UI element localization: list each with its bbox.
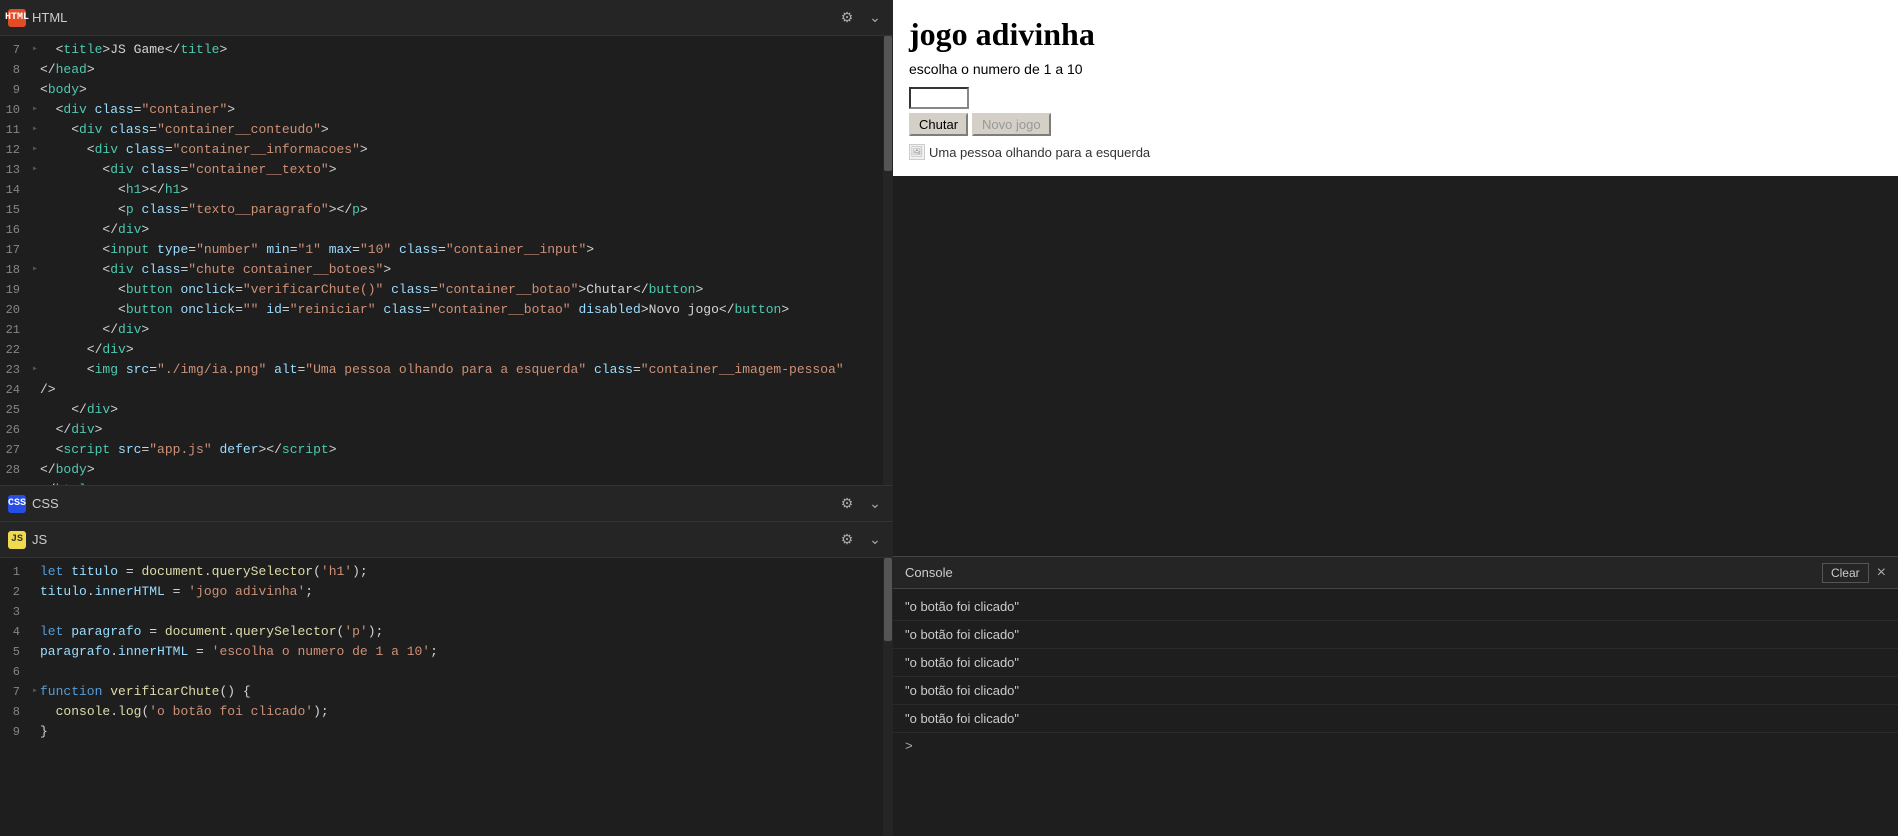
console-message-3: "o botão foi clicado"	[893, 649, 1898, 677]
js-line-8: 8 console.log('o botão foi clicado');	[0, 702, 893, 722]
js-tab-bar: JS JS ⚙ ⌄	[0, 522, 893, 558]
js-line-9: 9 }	[0, 722, 893, 742]
js-tab-label: JS	[32, 532, 47, 547]
console-message-4: "o botão foi clicado"	[893, 677, 1898, 705]
preview-buttons: Chutar Novo jogo	[909, 113, 1882, 136]
js-line-4: 4 let paragrafo = document.querySelector…	[0, 622, 893, 642]
css-tab-icon: CSS	[8, 495, 26, 513]
js-tab-controls: ⚙ ⌄	[837, 530, 885, 550]
console-tab-label: Console	[905, 565, 953, 580]
code-line-23: 23 ▸ <img src="./img/ia.png" alt="Uma pe…	[0, 360, 893, 380]
preview-novo-jogo-button[interactable]: Novo jogo	[972, 113, 1051, 136]
code-line-7: 7 ▸ <title>JS Game</title>	[0, 40, 893, 60]
console-controls: Clear ×	[1822, 563, 1886, 583]
code-line-10: 10 ▸ <div class="container">	[0, 100, 893, 120]
code-line-15: 15 <p class="texto__paragrafo"></p>	[0, 200, 893, 220]
code-line-11: 11 ▸ <div class="container__conteudo">	[0, 120, 893, 140]
console-tab-bar: Console Clear ×	[893, 557, 1898, 589]
js-line-6: 6	[0, 662, 893, 682]
js-line-5: 5 paragrafo.innerHTML = 'escolha o numer…	[0, 642, 893, 662]
js-line-2: 2 titulo.innerHTML = 'jogo adivinha';	[0, 582, 893, 602]
preview-subtitle: escolha o numero de 1 a 10	[909, 61, 1882, 77]
code-line-26: 26 </div>	[0, 420, 893, 440]
preview-title: jogo adivinha	[909, 16, 1882, 53]
css-collapse-button[interactable]: ⌄	[865, 494, 885, 514]
code-line-14: 14 <h1></h1>	[0, 180, 893, 200]
preview-chutar-button[interactable]: Chutar	[909, 113, 968, 136]
js-collapse-button[interactable]: ⌄	[865, 530, 885, 550]
code-line-9: 9 <body>	[0, 80, 893, 100]
editor-panel: HTML HTML ⚙ ⌄ 7 ▸ <title>JS Game</title>…	[0, 0, 893, 836]
preview-img-alt-text: Uma pessoa olhando para a esquerda	[929, 145, 1150, 160]
preview-image-placeholder: 🖼 Uma pessoa olhando para a esquerda	[909, 144, 1882, 160]
code-line-19: 19 <button onclick="verificarChute()" cl…	[0, 280, 893, 300]
preview-panel: jogo adivinha escolha o numero de 1 a 10…	[893, 0, 1898, 176]
preview-number-input[interactable]	[909, 87, 969, 109]
code-line-18: 18 ▸ <div class="chute container__botoes…	[0, 260, 893, 280]
code-line-16: 16 </div>	[0, 220, 893, 240]
code-line-17: 17 <input type="number" min="1" max="10"…	[0, 240, 893, 260]
html-collapse-button[interactable]: ⌄	[865, 8, 885, 28]
code-line-20: 20 <button onclick="" id="reiniciar" cla…	[0, 300, 893, 320]
code-line-27: 27 <script src="app.js" defer></script>	[0, 440, 893, 460]
js-scrollbar[interactable]	[883, 558, 893, 836]
html-code-area: 7 ▸ <title>JS Game</title> 8 </head> 9 <…	[0, 36, 893, 485]
broken-image-icon: 🖼	[909, 144, 925, 160]
html-tab-icon: HTML	[8, 9, 26, 27]
js-line-7: 7 ▸ function verificarChute() {	[0, 682, 893, 702]
code-line-24: 24 />	[0, 380, 893, 400]
css-tab-controls: ⚙ ⌄	[837, 494, 885, 514]
right-area: jogo adivinha escolha o numero de 1 a 10…	[893, 0, 1898, 836]
console-message-1: "o botão foi clicado"	[893, 593, 1898, 621]
code-line-28: 28 </body>	[0, 460, 893, 480]
code-line-21: 21 </div>	[0, 320, 893, 340]
console-message-2: "o botão foi clicado"	[893, 621, 1898, 649]
code-line-29: 29 </html>	[0, 480, 893, 485]
js-line-3: 3	[0, 602, 893, 622]
html-tab-label: HTML	[32, 10, 67, 25]
preview-area: jogo adivinha escolha o numero de 1 a 10…	[893, 0, 1898, 176]
js-tab-icon: JS	[8, 531, 26, 549]
console-close-button[interactable]: ×	[1877, 564, 1886, 582]
console-message-5: "o botão foi clicado"	[893, 705, 1898, 733]
html-tab-bar: HTML HTML ⚙ ⌄	[0, 0, 893, 36]
code-line-25: 25 </div>	[0, 400, 893, 420]
console-panel: Console Clear × "o botão foi clicado" "o…	[893, 556, 1898, 836]
html-scrollbar[interactable]	[883, 36, 893, 485]
code-line-13: 13 ▸ <div class="container__texto">	[0, 160, 893, 180]
console-clear-button[interactable]: Clear	[1822, 563, 1869, 583]
console-output: "o botão foi clicado" "o botão foi clica…	[893, 589, 1898, 836]
code-line-12: 12 ▸ <div class="container__informacoes"…	[0, 140, 893, 160]
html-settings-button[interactable]: ⚙	[837, 8, 857, 28]
html-tab-controls: ⚙ ⌄	[837, 8, 885, 28]
code-line-8: 8 </head>	[0, 60, 893, 80]
js-settings-button[interactable]: ⚙	[837, 530, 857, 550]
html-code-section: 7 ▸ <title>JS Game</title> 8 </head> 9 <…	[0, 36, 893, 486]
js-line-1: 1 let titulo = document.querySelector('h…	[0, 562, 893, 582]
code-line-22: 22 </div>	[0, 340, 893, 360]
js-code-section: 1 let titulo = document.querySelector('h…	[0, 558, 893, 836]
console-prompt[interactable]: >	[893, 733, 1898, 760]
css-tab-label: CSS	[32, 496, 59, 511]
js-code-area: 1 let titulo = document.querySelector('h…	[0, 558, 893, 836]
css-settings-button[interactable]: ⚙	[837, 494, 857, 514]
css-tab-bar: CSS CSS ⚙ ⌄	[0, 486, 893, 522]
